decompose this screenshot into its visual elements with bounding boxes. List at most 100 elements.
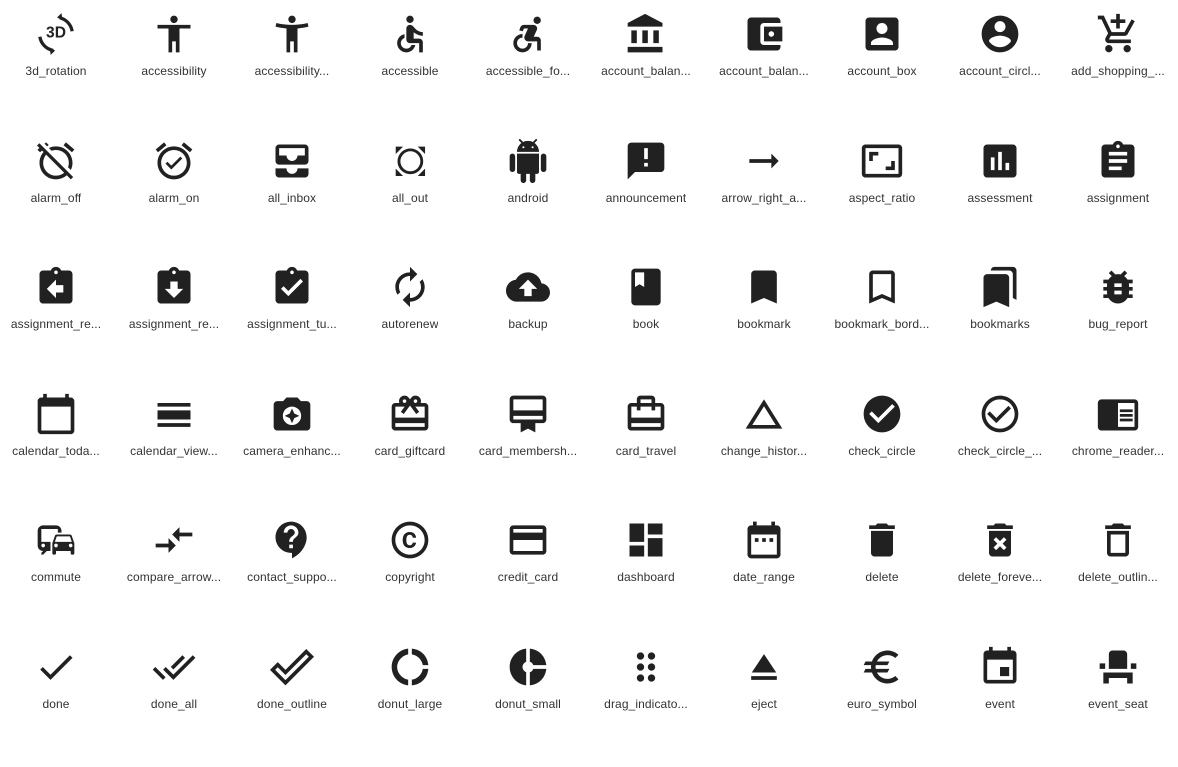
check-circle-outline-icon <box>978 392 1022 436</box>
delete-outline-icon <box>1096 518 1140 562</box>
icon-tile-bookmarks[interactable]: bookmarks <box>941 261 1059 388</box>
icon-tile-done-all[interactable]: done_all <box>115 641 233 767</box>
icon-label: arrow_right_a... <box>722 191 807 205</box>
icon-tile-assignment-return[interactable]: assignment_re... <box>0 261 115 388</box>
icon-label: calendar_toda... <box>12 444 100 458</box>
icon-tile-assignment[interactable]: assignment <box>1059 135 1177 262</box>
icon-tile-announcement[interactable]: announcement <box>587 135 705 262</box>
icon-tile-change-history[interactable]: change_histor... <box>705 388 823 515</box>
icon-label: autorenew <box>382 317 439 331</box>
icon-label: check_circle_... <box>958 444 1042 458</box>
icon-label: assignment_tu... <box>247 317 337 331</box>
icon-tile-android[interactable]: android <box>469 135 587 262</box>
announcement-icon <box>624 139 668 183</box>
donut-large-icon <box>388 645 432 689</box>
change-history-icon <box>742 392 786 436</box>
icon-tile-assignment-returned[interactable]: assignment_re... <box>115 261 233 388</box>
account-box-icon <box>860 12 904 56</box>
icon-tile-copyright[interactable]: copyright <box>351 514 469 641</box>
icon-tile-account-box[interactable]: account_box <box>823 8 941 135</box>
icon-tile-event[interactable]: event <box>941 641 1059 767</box>
icon-tile-autorenew[interactable]: autorenew <box>351 261 469 388</box>
icon-tile-calendar-today[interactable]: calendar_toda... <box>0 388 115 515</box>
icon-tile-card-travel[interactable]: card_travel <box>587 388 705 515</box>
icon-tile-assessment[interactable]: assessment <box>941 135 1059 262</box>
delete-icon <box>860 518 904 562</box>
icon-tile-alarm-off[interactable]: alarm_off <box>0 135 115 262</box>
icon-tile-done-outline[interactable]: done_outline <box>233 641 351 767</box>
account-balance-icon <box>624 12 668 56</box>
icon-label: dashboard <box>617 570 675 584</box>
icon-tile-contact-support[interactable]: contact_suppo... <box>233 514 351 641</box>
icon-tile-check-circle[interactable]: check_circle <box>823 388 941 515</box>
icon-label: credit_card <box>498 570 558 584</box>
icon-tile-card-giftcard[interactable]: card_giftcard <box>351 388 469 515</box>
icon-tile-bookmark[interactable]: bookmark <box>705 261 823 388</box>
icon-tile-3d-rotation[interactable]: 3D3d_rotation <box>0 8 115 135</box>
icon-tile-compare-arrows[interactable]: compare_arrow... <box>115 514 233 641</box>
icon-tile-donut-small[interactable]: donut_small <box>469 641 587 767</box>
bookmarks-icon <box>978 265 1022 309</box>
icon-tile-account-balance-wallet[interactable]: account_balan... <box>705 8 823 135</box>
calendar-view-day-icon <box>152 392 196 436</box>
icon-tile-bookmark-border[interactable]: bookmark_bord... <box>823 261 941 388</box>
icon-tile-backup[interactable]: backup <box>469 261 587 388</box>
icon-tile-alarm-on[interactable]: alarm_on <box>115 135 233 262</box>
icon-tile-accessibility-new[interactable]: accessibility... <box>233 8 351 135</box>
icon-label: bug_report <box>1088 317 1147 331</box>
icon-tile-accessibility[interactable]: accessibility <box>115 8 233 135</box>
icon-label: donut_large <box>378 697 443 711</box>
icon-tile-check-circle-outline[interactable]: check_circle_... <box>941 388 1059 515</box>
icon-label: all_inbox <box>268 191 316 205</box>
icon-label: copyright <box>385 570 435 584</box>
done-outline-icon <box>270 645 314 689</box>
delete-forever-icon <box>978 518 1022 562</box>
icon-label: aspect_ratio <box>849 191 916 205</box>
icon-tile-drag-indicator[interactable]: drag_indicato... <box>587 641 705 767</box>
icon-label: commute <box>31 570 81 584</box>
icon-label: calendar_view... <box>130 444 218 458</box>
icon-tile-aspect-ratio[interactable]: aspect_ratio <box>823 135 941 262</box>
icon-tile-eject[interactable]: eject <box>705 641 823 767</box>
icon-tile-camera-enhance[interactable]: camera_enhanc... <box>233 388 351 515</box>
icon-tile-date-range[interactable]: date_range <box>705 514 823 641</box>
accessible-icon <box>388 12 432 56</box>
icon-grid: 3D3d_rotationaccessibilityaccessibility.… <box>0 8 1177 767</box>
icon-tile-book[interactable]: book <box>587 261 705 388</box>
icon-tile-event-seat[interactable]: event_seat <box>1059 641 1177 767</box>
icon-tile-bug-report[interactable]: bug_report <box>1059 261 1177 388</box>
icon-tile-credit-card[interactable]: credit_card <box>469 514 587 641</box>
book-icon <box>624 265 668 309</box>
icon-tile-dashboard[interactable]: dashboard <box>587 514 705 641</box>
alarm-on-icon <box>152 139 196 183</box>
icon-tile-calendar-view-day[interactable]: calendar_view... <box>115 388 233 515</box>
icon-tile-arrow-right-alt[interactable]: arrow_right_a... <box>705 135 823 262</box>
credit-card-icon <box>506 518 550 562</box>
icon-tile-euro-symbol[interactable]: euro_symbol <box>823 641 941 767</box>
icon-label: account_box <box>847 64 916 78</box>
icon-tile-account-balance[interactable]: account_balan... <box>587 8 705 135</box>
icon-tile-delete-forever[interactable]: delete_foreve... <box>941 514 1059 641</box>
icon-tile-all-inbox[interactable]: all_inbox <box>233 135 351 262</box>
icon-label: assignment <box>1087 191 1149 205</box>
all-inbox-icon <box>270 139 314 183</box>
icon-tile-accessible[interactable]: accessible <box>351 8 469 135</box>
icon-tile-card-membership[interactable]: card_membersh... <box>469 388 587 515</box>
icon-tile-all-out[interactable]: all_out <box>351 135 469 262</box>
icon-label: event_seat <box>1088 697 1148 711</box>
icon-label: card_giftcard <box>375 444 446 458</box>
icon-tile-delete-outline[interactable]: delete_outlin... <box>1059 514 1177 641</box>
add-shopping-cart-icon <box>1096 12 1140 56</box>
icon-label: account_balan... <box>719 64 809 78</box>
icon-tile-done[interactable]: done <box>0 641 115 767</box>
icon-tile-delete[interactable]: delete <box>823 514 941 641</box>
icon-label: bookmark <box>737 317 791 331</box>
icon-tile-assignment-turned-in[interactable]: assignment_tu... <box>233 261 351 388</box>
icon-tile-chrome-reader-mode[interactable]: chrome_reader... <box>1059 388 1177 515</box>
icon-tile-commute[interactable]: commute <box>0 514 115 641</box>
icon-tile-account-circle[interactable]: account_circl... <box>941 8 1059 135</box>
icon-tile-add-shopping-cart[interactable]: add_shopping_... <box>1059 8 1177 135</box>
icon-tile-accessible-forward[interactable]: accessible_fo... <box>469 8 587 135</box>
icon-tile-donut-large[interactable]: donut_large <box>351 641 469 767</box>
android-icon <box>506 139 550 183</box>
